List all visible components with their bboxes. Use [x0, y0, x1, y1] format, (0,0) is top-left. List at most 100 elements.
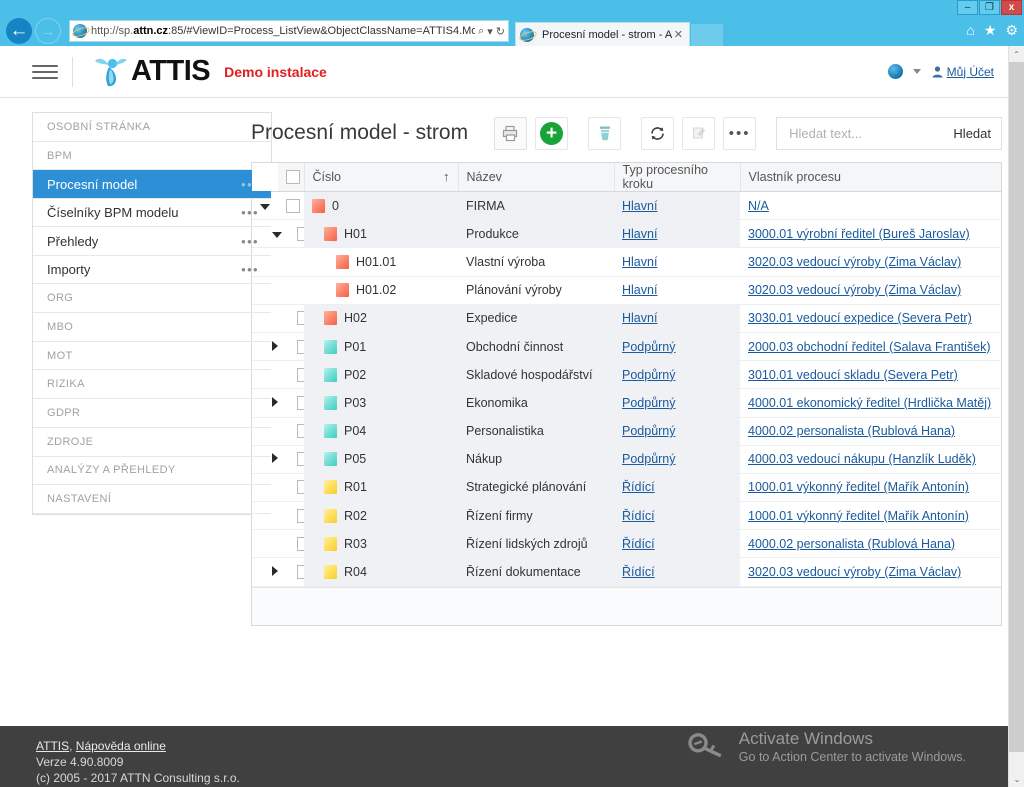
forward-icon[interactable]: →	[35, 18, 61, 44]
scroll-up-arrow[interactable]: ⌃	[1009, 46, 1024, 62]
row-select-cell[interactable]	[278, 247, 322, 277]
process-owner-link[interactable]: 4000.02 personalista (Rublová Hana)	[748, 424, 955, 438]
page-scrollbar[interactable]: ⌃ ⌄	[1008, 46, 1024, 787]
sidebar-section-bpm[interactable]: BPM	[33, 142, 271, 171]
refresh-button[interactable]	[641, 116, 675, 150]
table-row[interactable]: R03 Řízení lidských zdrojů Řídící 4000.02 p…	[252, 529, 1001, 559]
new-tab-button[interactable]	[691, 24, 723, 46]
row-select-cell[interactable]	[278, 501, 311, 531]
row-select-cell[interactable]	[278, 417, 311, 446]
row-select-cell[interactable]	[278, 191, 304, 221]
process-owner-link[interactable]: 4000.03 vedoucí nákupu (Hanzlík Luděk)	[748, 452, 976, 466]
home-icon[interactable]: ⌂	[966, 22, 974, 39]
close-button[interactable]: x	[1001, 0, 1022, 15]
process-owner-link[interactable]: 3020.03 vedoucí výroby (Zima Václav)	[748, 255, 961, 269]
sidebar-section-mbo[interactable]: MBO	[33, 313, 271, 342]
select-all-checkbox[interactable]	[286, 170, 300, 184]
sidebar-item-importy[interactable]: Importy •••	[33, 256, 271, 285]
favorites-icon[interactable]: ★	[984, 22, 997, 39]
row-select-cell[interactable]	[278, 529, 311, 559]
sidebar-section-analýzy-a-přehledy[interactable]: ANALÝZY A PŘEHLEDY	[33, 457, 271, 486]
account-label[interactable]: Můj Účet	[947, 65, 994, 79]
attis-logo[interactable]: ATTIS	[89, 55, 211, 89]
process-type-link[interactable]: Podpůrný	[622, 424, 676, 438]
search-box[interactable]: Hledat	[776, 116, 1002, 150]
row-select-cell[interactable]	[278, 473, 311, 503]
back-icon[interactable]: ←	[6, 18, 32, 44]
process-type-link[interactable]: Hlavní	[622, 227, 657, 241]
process-owner-link[interactable]: 3000.01 výrobní ředitel (Bureš Jaroslav)	[748, 227, 970, 241]
refresh-icon[interactable]: ↻	[496, 25, 505, 38]
sidebar-item-přehledy[interactable]: Přehledy •••	[33, 227, 271, 256]
sidebar-section-gdpr[interactable]: GDPR	[33, 399, 271, 428]
select-all-column-header[interactable]	[278, 163, 305, 192]
search-submit-button[interactable]: Hledat	[945, 126, 991, 141]
process-type-link[interactable]: Hlavní	[622, 283, 657, 297]
table-row[interactable]: H01 Produkce Hlavní 3000.01 výrobní ředitel…	[252, 219, 1001, 249]
sidebar-section-nastavení[interactable]: NASTAVENÍ	[33, 485, 271, 514]
process-type-link[interactable]: Hlavní	[622, 199, 657, 213]
table-row[interactable]: R04 Řízení dokumentace Řídící 3020.03 vedou…	[252, 557, 1001, 587]
table-row[interactable]: P02 Skladové hospodářství Podpůrný 3010.01 …	[252, 360, 1001, 390]
process-type-link[interactable]: Podpůrný	[622, 452, 676, 466]
process-owner-link[interactable]: 4000.01 ekonomický ředitel (Hrdlička Mat…	[748, 396, 991, 410]
more-options-button[interactable]: •••	[723, 116, 757, 150]
sidebar-item-procesní-model[interactable]: Procesní model •••	[33, 170, 271, 199]
minimize-button[interactable]: –	[957, 0, 978, 15]
column-header-nazev[interactable]: Název	[458, 163, 615, 192]
row-select-cell[interactable]	[278, 388, 311, 418]
row-select-cell[interactable]	[278, 557, 311, 587]
process-owner-link[interactable]: N/A	[748, 199, 769, 213]
sidebar-item-číselníky-bpm-modelu[interactable]: Číselníky BPM modelu •••	[33, 199, 271, 228]
table-row[interactable]: 0 FIRMA Hlavní N/A	[252, 191, 1001, 221]
process-type-link[interactable]: Řídící	[622, 509, 655, 523]
process-type-link[interactable]: Podpůrný	[622, 396, 676, 410]
sidebar-section-mot[interactable]: MOT	[33, 342, 271, 371]
column-header-typ[interactable]: Typ procesního kroku	[614, 163, 741, 192]
scrollbar-thumb[interactable]	[1009, 62, 1024, 752]
print-button[interactable]	[494, 116, 528, 150]
table-row[interactable]: P03 Ekonomika Podpůrný 4000.01 ekonomický ř…	[252, 388, 1001, 418]
delete-button[interactable]	[588, 116, 622, 150]
chevron-down-icon[interactable]: ▾	[487, 25, 493, 38]
table-row[interactable]: H02 Expedice Hlavní 3030.01 vedoucí expedic…	[252, 304, 1001, 333]
process-owner-link[interactable]: 1000.01 výkonný ředitel (Mařík Antonín)	[748, 480, 969, 494]
table-row[interactable]: P01 Obchodní činnost Podpůrný 2000.03 obcho…	[252, 332, 1001, 362]
process-type-link[interactable]: Hlavní	[622, 255, 657, 269]
footer-help-link[interactable]: Nápověda online	[76, 739, 166, 753]
row-checkbox[interactable]	[286, 198, 300, 213]
hamburger-menu-icon[interactable]	[32, 64, 58, 79]
table-row[interactable]: R01 Strategické plánování Řídící 1000.01 vý…	[252, 473, 1001, 503]
tab-close-icon[interactable]: ✕	[672, 28, 685, 41]
expand-triangle-icon[interactable]	[272, 566, 278, 577]
column-header-cislo[interactable]: Číslo ↑	[304, 163, 459, 192]
expand-triangle-icon[interactable]	[272, 453, 278, 464]
language-globe-icon[interactable]	[887, 64, 903, 79]
browser-tab[interactable]: Procesní model - strom - A... ✕	[515, 22, 690, 46]
sort-ascending-icon[interactable]: ↑	[443, 169, 450, 184]
address-bar[interactable]: http://sp.attn.cz:85/#ViewID=Process_Lis…	[69, 20, 509, 42]
expand-triangle-icon[interactable]	[272, 396, 278, 407]
process-type-link[interactable]: Podpůrný	[622, 368, 676, 382]
row-select-cell[interactable]	[278, 332, 311, 362]
expand-triangle-icon[interactable]	[272, 340, 278, 351]
sidebar-item-menu-icon[interactable]: •••	[241, 234, 259, 249]
restore-button[interactable]: ❐	[979, 0, 1000, 15]
sidebar-section-org[interactable]: ORG	[33, 284, 271, 314]
process-type-link[interactable]: Řídící	[622, 480, 655, 494]
table-row[interactable]: H01.01 Vlastní výroba Hlavní 3020.03 vedouc…	[252, 247, 1001, 277]
process-type-link[interactable]: Řídící	[622, 565, 655, 579]
account-link[interactable]: Můj Účet	[931, 65, 994, 79]
sidebar-section-osobní-stránka[interactable]: OSOBNÍ STRÁNKA	[33, 113, 271, 142]
table-row[interactable]: P04 Personalistika Podpůrný 4000.02 persona…	[252, 417, 1001, 446]
sidebar-section-zdroje[interactable]: ZDROJE	[33, 428, 271, 457]
chevron-down-icon[interactable]	[912, 69, 921, 74]
table-row[interactable]: H01.02 Plánování výroby Hlavní 3020.03 vedo…	[252, 276, 1001, 305]
row-select-cell[interactable]	[278, 360, 311, 390]
row-select-cell[interactable]	[278, 276, 322, 305]
process-type-link[interactable]: Podpůrný	[622, 340, 676, 354]
process-owner-link[interactable]: 3030.01 vedoucí expedice (Severa Petr)	[748, 311, 972, 325]
search-input[interactable]	[787, 124, 946, 142]
search-icon[interactable]: ⌕	[478, 25, 484, 38]
table-row[interactable]: P05 Nákup Podpůrný 4000.03 vedoucí nákupu (…	[252, 445, 1001, 474]
